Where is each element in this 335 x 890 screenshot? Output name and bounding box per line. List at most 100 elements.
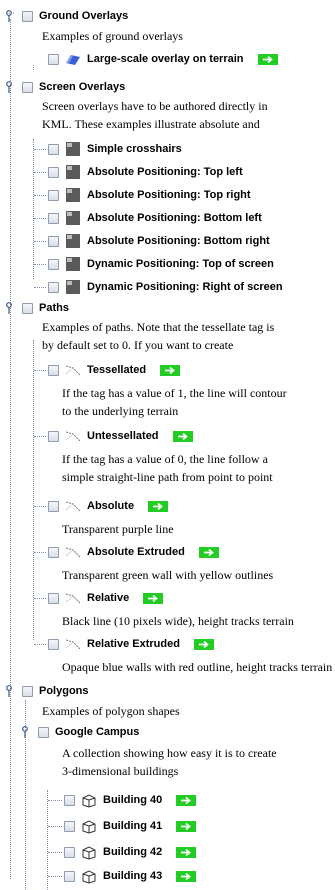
item-checkbox[interactable] bbox=[48, 189, 59, 201]
item-label: Relative bbox=[87, 592, 130, 604]
list-item[interactable]: Building 41 bbox=[48, 816, 197, 836]
polygons-checkbox[interactable] bbox=[22, 685, 33, 697]
path-icon bbox=[65, 431, 81, 442]
item-checkbox[interactable] bbox=[48, 592, 59, 604]
item-checkbox[interactable] bbox=[64, 846, 75, 858]
go-arrow-icon[interactable] bbox=[176, 870, 197, 882]
folder-description: A collection showing how easy it is to c… bbox=[62, 746, 277, 760]
go-arrow-icon[interactable] bbox=[143, 592, 164, 604]
folder-description: KML. These examples illustrate absolute … bbox=[42, 117, 260, 131]
go-arrow-icon[interactable] bbox=[172, 430, 193, 442]
path-icon bbox=[65, 501, 81, 512]
screen-overlay-icon bbox=[66, 257, 80, 271]
folder-title: Paths bbox=[39, 302, 69, 314]
item-label: Tessellated bbox=[87, 364, 147, 376]
item-checkbox[interactable] bbox=[48, 500, 59, 512]
folder-paths[interactable]: Paths bbox=[4, 298, 69, 318]
go-arrow-icon[interactable] bbox=[198, 546, 219, 558]
tree-line-ground bbox=[33, 65, 34, 70]
list-item[interactable]: Tessellated bbox=[34, 360, 181, 380]
item-checkbox[interactable] bbox=[48, 212, 59, 224]
expand-handle-icon[interactable] bbox=[20, 725, 34, 739]
item-checkbox[interactable] bbox=[48, 235, 59, 247]
path-icon bbox=[65, 639, 81, 650]
go-arrow-icon[interactable] bbox=[160, 364, 181, 376]
google-campus-checkbox[interactable] bbox=[38, 726, 49, 738]
item-checkbox[interactable] bbox=[64, 794, 75, 806]
item-checkbox[interactable] bbox=[48, 143, 59, 155]
folder-polygons[interactable]: Polygons bbox=[4, 681, 89, 701]
folder-description: Examples of ground overlays bbox=[42, 29, 183, 43]
list-item[interactable]: Simple crosshairs bbox=[34, 139, 182, 159]
expand-handle-icon[interactable] bbox=[4, 301, 18, 315]
ground-overlays-checkbox[interactable] bbox=[22, 10, 33, 22]
item-checkbox[interactable] bbox=[48, 258, 59, 270]
screen-overlay-icon bbox=[66, 188, 80, 202]
list-item[interactable]: Absolute Extruded bbox=[34, 542, 219, 562]
item-checkbox[interactable] bbox=[64, 870, 75, 882]
item-label: Absolute Extruded bbox=[87, 546, 185, 558]
go-arrow-icon[interactable] bbox=[176, 794, 197, 806]
item-checkbox[interactable] bbox=[64, 820, 75, 832]
folder-description: Screen overlays have to be authored dire… bbox=[42, 99, 268, 113]
list-item[interactable]: Absolute Positioning: Top left bbox=[34, 162, 243, 182]
item-label: Absolute Positioning: Bottom right bbox=[87, 235, 270, 247]
list-item[interactable]: Absolute bbox=[34, 496, 169, 516]
screen-overlays-checkbox[interactable] bbox=[22, 81, 33, 93]
expand-handle-icon[interactable] bbox=[4, 80, 18, 94]
item-checkbox[interactable] bbox=[48, 53, 59, 65]
item-checkbox[interactable] bbox=[48, 281, 59, 293]
list-item[interactable]: Dynamic Positioning: Top of screen bbox=[34, 254, 274, 274]
item-label: Simple crosshairs bbox=[87, 143, 182, 155]
item-label: Building 40 bbox=[103, 794, 163, 806]
item-description: Black line (10 pixels wide), height trac… bbox=[62, 614, 294, 628]
list-item[interactable]: Relative Extruded bbox=[34, 634, 214, 654]
item-checkbox[interactable] bbox=[48, 430, 59, 442]
item-checkbox[interactable] bbox=[48, 364, 59, 376]
folder-ground-overlays[interactable]: Ground Overlays bbox=[4, 6, 128, 26]
path-icon bbox=[65, 547, 81, 558]
path-icon bbox=[65, 365, 81, 376]
item-description: to the underlying terrain bbox=[62, 404, 179, 418]
list-item[interactable]: Untessellated bbox=[34, 426, 193, 446]
expand-handle-icon[interactable] bbox=[4, 684, 18, 698]
folder-screen-overlays[interactable]: Screen Overlays bbox=[4, 77, 125, 97]
list-item[interactable]: Building 43 bbox=[48, 866, 197, 886]
screen-overlay-icon bbox=[66, 280, 80, 294]
folder-title: Polygons bbox=[39, 685, 89, 697]
folder-title: Google Campus bbox=[55, 726, 140, 738]
list-item[interactable]: Building 42 bbox=[48, 842, 197, 862]
item-description: Transparent green wall with yellow outli… bbox=[62, 568, 274, 582]
building-icon bbox=[82, 820, 96, 834]
list-item[interactable]: Absolute Positioning: Bottom right bbox=[34, 231, 270, 251]
go-arrow-icon[interactable] bbox=[176, 820, 197, 832]
item-description: Opaque blue walls with red outline, heig… bbox=[62, 660, 333, 674]
item-label: Relative Extruded bbox=[87, 638, 180, 650]
item-checkbox[interactable] bbox=[48, 546, 59, 558]
screen-overlay-icon bbox=[66, 142, 80, 156]
list-item[interactable]: Relative bbox=[34, 588, 164, 608]
path-icon bbox=[65, 593, 81, 604]
go-arrow-icon[interactable] bbox=[148, 500, 169, 512]
go-arrow-icon[interactable] bbox=[176, 846, 197, 858]
folder-google-campus[interactable]: Google Campus bbox=[20, 722, 139, 742]
list-item[interactable]: Dynamic Positioning: Right of screen bbox=[34, 277, 283, 297]
item-label: Dynamic Positioning: Top of screen bbox=[87, 258, 274, 270]
list-item[interactable]: Absolute Positioning: Top right bbox=[34, 185, 251, 205]
list-item[interactable]: Building 40 bbox=[48, 790, 197, 810]
building-icon bbox=[82, 870, 96, 884]
go-arrow-icon[interactable] bbox=[257, 53, 278, 65]
go-arrow-icon[interactable] bbox=[193, 638, 214, 650]
list-item[interactable]: Large-scale overlay on terrain bbox=[48, 49, 278, 69]
list-item[interactable]: Absolute Positioning: Bottom left bbox=[34, 208, 262, 228]
item-description: simple straight-line path from point to … bbox=[62, 470, 273, 484]
paths-checkbox[interactable] bbox=[22, 302, 33, 314]
item-checkbox[interactable] bbox=[48, 638, 59, 650]
item-label: Dynamic Positioning: Right of screen bbox=[87, 281, 283, 293]
expand-handle-icon[interactable] bbox=[4, 9, 18, 23]
item-label: Building 41 bbox=[103, 820, 163, 832]
item-description: If the tag has a value of 1, the line wi… bbox=[62, 386, 287, 400]
item-checkbox[interactable] bbox=[48, 166, 59, 178]
item-label: Absolute Positioning: Bottom left bbox=[87, 212, 262, 224]
tree-line-root bbox=[10, 19, 11, 879]
